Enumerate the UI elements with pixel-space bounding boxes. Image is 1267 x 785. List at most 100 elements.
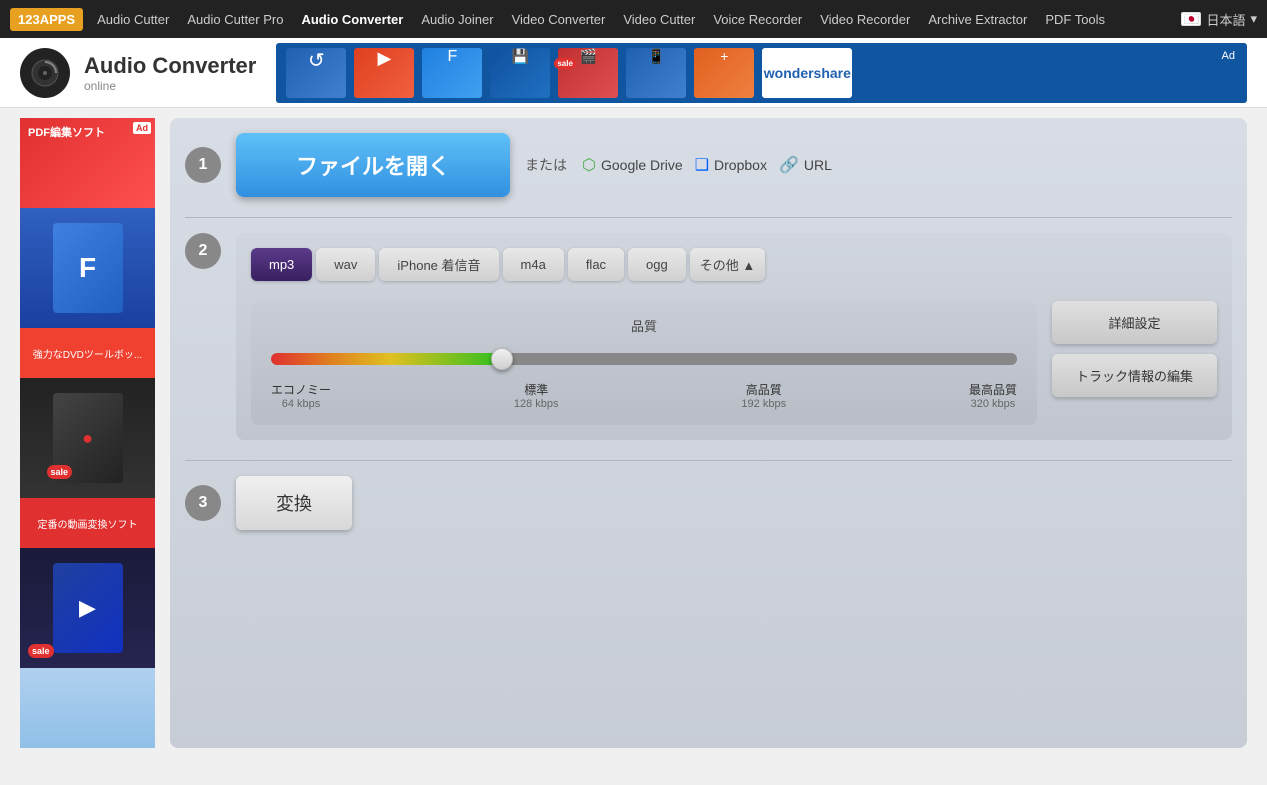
dvd-icon: ● xyxy=(82,428,93,449)
sale-badge-1: sale xyxy=(47,465,73,479)
banner-product-3: F xyxy=(422,48,482,98)
max-kbps: 320 kbps xyxy=(969,398,1017,410)
quality-marker-economy: エコノミー 64 kbps xyxy=(271,381,331,410)
banner-product-5: 🎬 sale xyxy=(558,48,618,98)
track-edit-button[interactable]: トラック情報の編集 xyxy=(1052,354,1217,397)
divider-2 xyxy=(185,460,1232,461)
nav-audio-cutter-pro[interactable]: Audio Cutter Pro xyxy=(187,12,283,27)
format-tab-m4a[interactable]: m4a xyxy=(503,248,564,281)
nav-audio-joiner[interactable]: Audio Joiner xyxy=(421,12,493,27)
nav-audio-cutter[interactable]: Audio Cutter xyxy=(97,12,169,27)
main-layout: PDF編集ソフト Ad F 強力なDVDツールボッ... ● sale 定番の動… xyxy=(0,108,1267,758)
ad-product3[interactable]: ▶ sale xyxy=(20,548,155,668)
ad-text2-label: 定番の動画変換ソフト xyxy=(38,516,138,531)
dropbox-icon: ❑ xyxy=(695,155,709,175)
ad-product2[interactable]: ● sale xyxy=(20,378,155,498)
format-tab-wav[interactable]: wav xyxy=(316,248,375,281)
pdfbox-icon: F xyxy=(79,252,96,284)
step3-number: 3 xyxy=(185,485,221,521)
max-label: 最高品質 xyxy=(969,381,1017,398)
ad-product2-box: ● sale xyxy=(53,393,123,483)
header: Audio Converter online ↺ ▶ F 💾 🎬 sale xyxy=(0,38,1267,108)
convert-button[interactable]: 変換 xyxy=(236,476,352,530)
title-area: Audio Converter online xyxy=(84,53,256,93)
url-link-icon: 🔗 xyxy=(779,155,799,175)
standard-label: 標準 xyxy=(514,381,559,398)
nav-video-recorder[interactable]: Video Recorder xyxy=(820,12,910,27)
high-label: 高品質 xyxy=(741,381,786,398)
url-option[interactable]: 🔗 URL xyxy=(779,155,832,175)
step3-content: 変換 xyxy=(236,476,1232,530)
step2-content: mp3 wav iPhone 着信音 m4a flac ogg その他 ▲ 品質 xyxy=(236,233,1232,440)
step1-row: 1 ファイルを開く または ⬡ Google Drive ❑ Dropbox 🔗 xyxy=(185,133,1232,197)
quality-marker-max: 最高品質 320 kbps xyxy=(969,381,1017,410)
step2-number: 2 xyxy=(185,233,221,269)
or-text: または xyxy=(525,155,567,175)
quality-marker-high: 高品質 192 kbps xyxy=(741,381,786,410)
ad-product1[interactable]: F xyxy=(20,208,155,328)
banner-product-6: 📱 xyxy=(626,48,686,98)
nav-archive-extractor[interactable]: Archive Extractor xyxy=(928,12,1027,27)
quality-marker-standard: 標準 128 kbps xyxy=(514,381,559,410)
slider-container[interactable] xyxy=(271,347,1017,371)
quality-section: 品質 エコノミー 64 kbps xyxy=(251,301,1217,425)
economy-kbps: 64 kbps xyxy=(271,398,331,410)
google-drive-label: Google Drive xyxy=(601,157,683,173)
format-tab-iphone[interactable]: iPhone 着信音 xyxy=(379,248,498,281)
chevron-down-icon: ▾ xyxy=(1250,11,1257,27)
format-tab-flac[interactable]: flac xyxy=(568,248,624,281)
lang-label: 日本語 xyxy=(1206,10,1245,29)
language-selector[interactable]: 🇯🇵 日本語 ▾ xyxy=(1181,10,1257,29)
format-tab-more[interactable]: その他 ▲ xyxy=(690,248,766,281)
detail-settings-button[interactable]: 詳細設定 xyxy=(1052,301,1217,344)
step1-number: 1 xyxy=(185,147,221,183)
dropbox-label: Dropbox xyxy=(714,157,767,173)
ad-bottom[interactable] xyxy=(20,668,155,748)
open-file-button[interactable]: ファイルを開く xyxy=(236,133,510,197)
banner-product-7: + xyxy=(694,48,754,98)
format-tab-mp3[interactable]: mp3 xyxy=(251,248,312,281)
google-drive-option[interactable]: ⬡ Google Drive xyxy=(582,155,683,175)
banner-products: ↺ ▶ F 💾 🎬 sale 📱 + xyxy=(276,43,1247,103)
banner-product-4: 💾 xyxy=(490,48,550,98)
banner-product-1: ↺ xyxy=(286,48,346,98)
app-subtitle: online xyxy=(84,79,256,93)
right-buttons: 詳細設定 トラック情報の編集 xyxy=(1052,301,1217,397)
dropbox-option[interactable]: ❑ Dropbox xyxy=(695,155,767,175)
wondershare-logo: wondershare xyxy=(764,65,851,81)
ad-product3-box: ▶ xyxy=(53,563,123,653)
google-drive-icon: ⬡ xyxy=(582,155,596,175)
app-title: Audio Converter xyxy=(84,53,256,79)
nav-items: Audio Cutter Audio Cutter Pro Audio Conv… xyxy=(97,12,1181,27)
chevron-up-icon: ▲ xyxy=(742,258,755,273)
cloud-options: ⬡ Google Drive ❑ Dropbox 🔗 URL xyxy=(582,155,832,175)
ad-text2[interactable]: 定番の動画変換ソフト xyxy=(20,498,155,548)
app-logo-icon xyxy=(20,48,70,98)
format-more-label: その他 xyxy=(700,258,739,273)
ad-text1-label: 強力なDVDツールボッ... xyxy=(33,346,142,361)
divider-1 xyxy=(185,217,1232,218)
japan-flag-icon: 🇯🇵 xyxy=(1181,12,1201,26)
nav-audio-converter[interactable]: Audio Converter xyxy=(301,12,403,27)
banner-ad[interactable]: ↺ ▶ F 💾 🎬 sale 📱 + xyxy=(276,43,1247,103)
nav-pdf-tools[interactable]: PDF Tools xyxy=(1045,12,1105,27)
format-tab-ogg[interactable]: ogg xyxy=(628,248,686,281)
economy-label: エコノミー xyxy=(271,381,331,398)
sale-badge-2: sale xyxy=(28,644,54,658)
main-content: 1 ファイルを開く または ⬡ Google Drive ❑ Dropbox 🔗 xyxy=(170,118,1247,748)
topnav: 123APPS Audio Cutter Audio Cutter Pro Au… xyxy=(0,0,1267,38)
step1-content: ファイルを開く または ⬡ Google Drive ❑ Dropbox 🔗 U… xyxy=(236,133,1232,197)
nav-voice-recorder[interactable]: Voice Recorder xyxy=(713,12,802,27)
ad-badge: Ad xyxy=(133,122,151,134)
left-ad: PDF編集ソフト Ad F 強力なDVDツールボッ... ● sale 定番の動… xyxy=(20,118,155,748)
nav-video-cutter[interactable]: Video Cutter xyxy=(623,12,695,27)
ad-text1[interactable]: 強力なDVDツールボッ... xyxy=(20,328,155,378)
logo-123apps[interactable]: 123APPS xyxy=(10,8,83,31)
media-icon: ▶ xyxy=(79,595,96,621)
banner-wondershare: wondershare xyxy=(762,48,852,98)
url-label: URL xyxy=(804,157,832,173)
ad-top[interactable]: PDF編集ソフト Ad xyxy=(20,118,155,208)
nav-video-converter[interactable]: Video Converter xyxy=(512,12,606,27)
standard-kbps: 128 kbps xyxy=(514,398,559,410)
banner-product-2: ▶ xyxy=(354,48,414,98)
